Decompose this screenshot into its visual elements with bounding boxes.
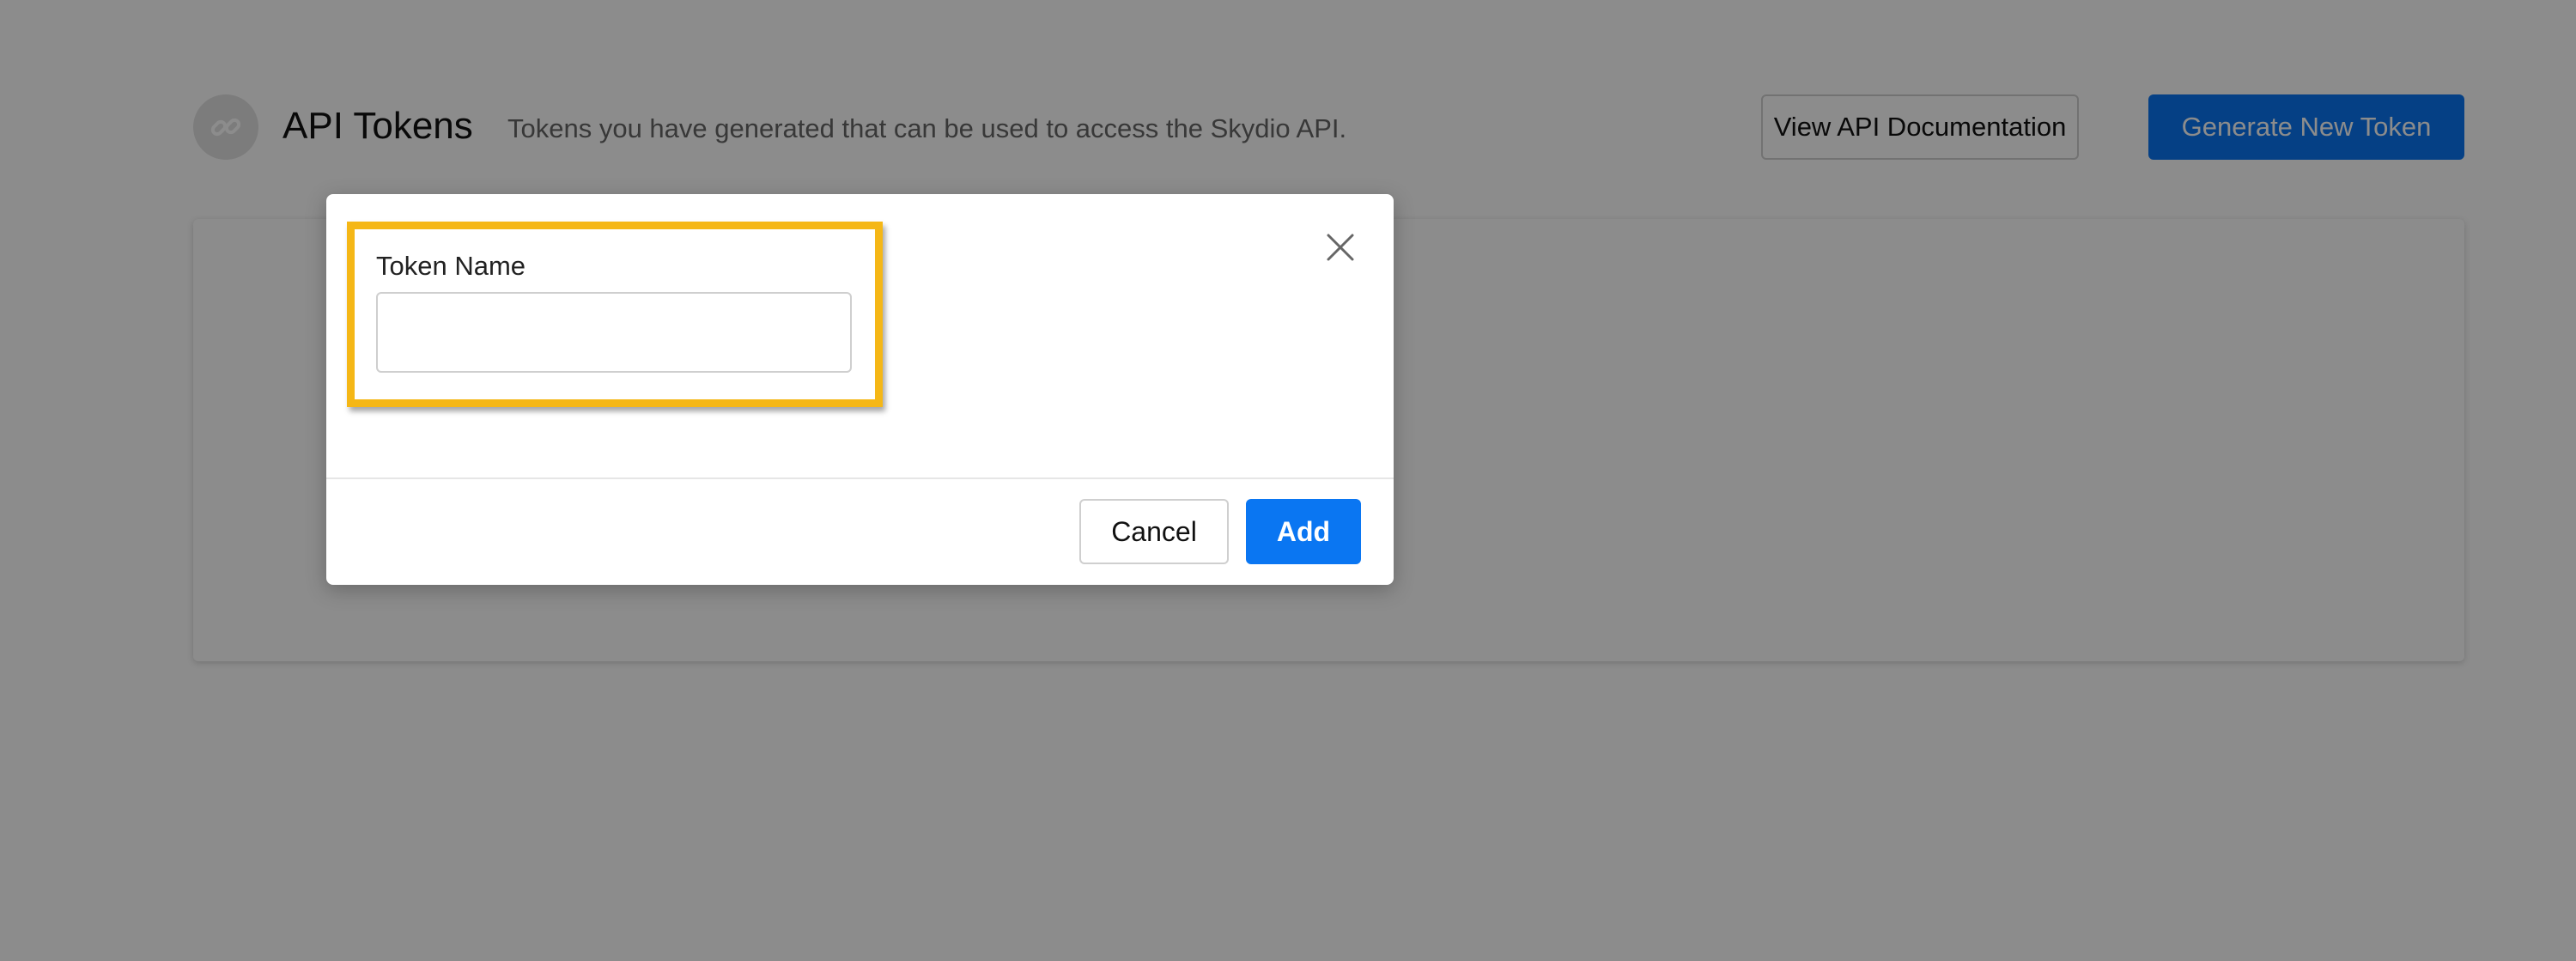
close-icon[interactable] [1323,230,1358,265]
add-token-modal: Token Name Cancel Add [326,194,1394,585]
add-button[interactable]: Add [1246,499,1361,564]
api-tokens-page: API Tokens Tokens you have generated tha… [0,0,2576,961]
token-name-label: Token Name [376,251,526,281]
modal-divider [326,477,1394,479]
token-name-input[interactable] [376,292,852,373]
cancel-button[interactable]: Cancel [1079,499,1229,564]
